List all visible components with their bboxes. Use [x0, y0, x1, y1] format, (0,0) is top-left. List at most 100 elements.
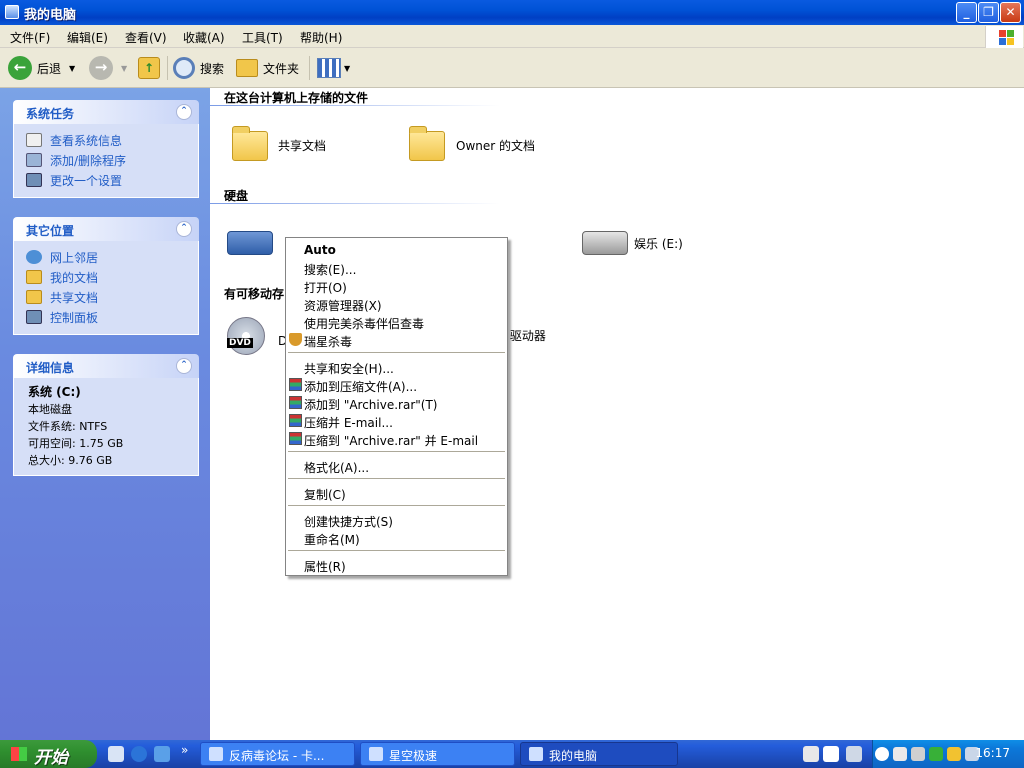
start-button[interactable]: 开始 — [0, 740, 97, 768]
link-label: 添加/删除程序 — [50, 153, 127, 168]
title-bar[interactable]: 我的电脑 _ ❐ ✕ — [0, 0, 1024, 25]
keyboard-icon[interactable] — [803, 746, 819, 762]
view-system-info-link[interactable]: 查看系统信息 — [26, 130, 198, 150]
shared-documents-link[interactable]: 共享文档 — [26, 287, 198, 307]
taskbar-button-antivirus-forum[interactable]: 反病毒论坛 - 卡... — [200, 742, 355, 766]
menu-file[interactable]: 文件(F) — [10, 29, 50, 46]
menu-item-format[interactable]: 格式化(A)... — [304, 459, 369, 476]
menu-separator — [288, 505, 505, 506]
menu-tools[interactable]: 工具(T) — [242, 29, 283, 46]
menu-item-virus-scan[interactable]: 使用完美杀毒伴侣查毒 — [304, 315, 424, 332]
menu-item-add-to-archive-rar[interactable]: 添加到 "Archive.rar"(T) — [304, 396, 437, 413]
drive-c-icon[interactable] — [227, 231, 273, 255]
folder-icon — [26, 270, 42, 284]
control-panel-icon — [26, 310, 42, 324]
control-panel-link[interactable]: 控制面板 — [26, 307, 198, 327]
clock[interactable]: 16:17 — [975, 746, 1010, 760]
browser-icon — [209, 747, 223, 761]
input-method-icon[interactable] — [846, 746, 862, 762]
details-filesystem: 文件系统: NTFS — [28, 420, 108, 433]
taskbar-button-xingkong[interactable]: 星空极速 — [360, 742, 515, 766]
dvd-badge: DVD — [227, 338, 253, 348]
back-button[interactable]: ← 后退 ▼ — [8, 53, 75, 83]
menu-view[interactable]: 查看(V) — [125, 29, 167, 46]
menu-item-search[interactable]: 搜索(E)... — [304, 261, 356, 278]
maximize-button[interactable]: ❐ — [978, 2, 999, 23]
collapse-chevron-icon[interactable]: ⌃ — [176, 358, 192, 374]
quick-launch-chevron-icon[interactable]: » — [181, 743, 188, 757]
tray-expand-icon[interactable] — [875, 747, 889, 761]
menu-item-rename[interactable]: 重命名(M) — [304, 531, 360, 548]
search-icon — [173, 57, 195, 79]
my-documents-link[interactable]: 我的文档 — [26, 267, 198, 287]
change-setting-link[interactable]: 更改一个设置 — [26, 170, 198, 190]
menu-item-properties[interactable]: 属性(R) — [304, 558, 346, 575]
tray-app-icon[interactable] — [929, 747, 943, 761]
folder-icon — [409, 126, 445, 161]
control-panel-icon — [26, 173, 42, 187]
details-header[interactable]: 详细信息 ⌃ — [13, 354, 199, 378]
menu-item-auto[interactable]: Auto — [304, 243, 336, 257]
back-label: 后退 — [37, 61, 62, 76]
winrar-icon — [289, 396, 302, 409]
system-tasks-header[interactable]: 系统任务 ⌃ — [13, 100, 199, 124]
back-dropdown-icon[interactable]: ▼ — [69, 64, 75, 73]
other-places-header[interactable]: 其它位置 ⌃ — [13, 217, 199, 241]
help-icon[interactable] — [823, 746, 839, 762]
forward-button[interactable]: → ▼ — [89, 53, 127, 83]
quick-launch-icon[interactable] — [154, 746, 170, 762]
drive-e-icon[interactable] — [582, 231, 628, 255]
drive-label-partial[interactable]: / 驱动器 — [502, 327, 546, 344]
menu-item-explorer[interactable]: 资源管理器(X) — [304, 297, 382, 314]
toolbar-separator — [167, 56, 168, 80]
network-places-link[interactable]: 网上邻居 — [26, 247, 198, 267]
menu-edit[interactable]: 编辑(E) — [67, 29, 108, 46]
forward-arrow-icon: → — [89, 56, 113, 80]
minimize-button[interactable]: _ — [956, 2, 977, 23]
search-button[interactable]: 搜索 — [173, 53, 224, 83]
menu-item-compress-email[interactable]: 压缩并 E-mail... — [304, 414, 393, 431]
drive-e-label[interactable]: 娱乐 (E:) — [634, 235, 683, 252]
menu-item-compress-rar-email[interactable]: 压缩到 "Archive.rar" 并 E-mail — [304, 432, 478, 449]
task-label: 我的电脑 — [549, 749, 598, 763]
menu-favorites[interactable]: 收藏(A) — [183, 29, 225, 46]
show-desktop-icon[interactable] — [108, 746, 124, 762]
tray-app-icon[interactable] — [893, 747, 907, 761]
menu-item-copy[interactable]: 复制(C) — [304, 486, 346, 503]
details-panel: 详细信息 ⌃ 系统 (C:) 本地磁盘 文件系统: NTFS 可用空间: 1.7… — [13, 354, 199, 476]
up-button[interactable]: ↑ — [138, 53, 160, 83]
group-divider — [210, 203, 500, 204]
tray-app-icon[interactable] — [947, 747, 961, 761]
menu-item-add-to-archive[interactable]: 添加到压缩文件(A)... — [304, 378, 417, 395]
context-menu: Auto 搜索(E)... 打开(O) 资源管理器(X) 使用完美杀毒伴侣查毒 … — [285, 237, 508, 576]
task-pane: 系统任务 ⌃ 查看系统信息 添加/删除程序 更改一个设置 其它位置 ⌃ 网上邻居… — [0, 88, 210, 740]
link-label: 控制面板 — [50, 310, 99, 325]
menu-bar: 文件(F) 编辑(E) 查看(V) 收藏(A) 工具(T) 帮助(H) — [0, 25, 1024, 48]
views-button[interactable]: ▼ — [317, 53, 350, 83]
back-arrow-icon: ← — [8, 56, 32, 80]
system-info-icon — [26, 133, 42, 147]
system-tasks-title: 系统任务 — [26, 107, 75, 121]
other-places-title: 其它位置 — [26, 224, 75, 238]
details-free-space: 可用空间: 1.75 GB — [28, 437, 124, 450]
link-label: 共享文档 — [50, 290, 99, 305]
collapse-chevron-icon[interactable]: ⌃ — [176, 104, 192, 120]
collapse-chevron-icon[interactable]: ⌃ — [176, 221, 192, 237]
window-title: 我的电脑 — [24, 8, 77, 23]
menu-help[interactable]: 帮助(H) — [300, 29, 342, 46]
folder-icon — [232, 126, 268, 161]
folders-button[interactable]: 文件夹 — [236, 53, 299, 83]
close-button[interactable]: ✕ — [1000, 2, 1021, 23]
rising-antivirus-icon — [289, 333, 302, 346]
add-remove-programs-link[interactable]: 添加/删除程序 — [26, 150, 198, 170]
dvd-drive-icon[interactable] — [227, 317, 265, 355]
item-label: 共享文档 — [278, 139, 327, 153]
menu-item-rising-scan[interactable]: 瑞星杀毒 — [304, 333, 352, 350]
internet-explorer-icon[interactable] — [131, 746, 147, 762]
menu-item-create-shortcut[interactable]: 创建快捷方式(S) — [304, 513, 393, 530]
menu-item-open[interactable]: 打开(O) — [304, 279, 347, 296]
menu-item-sharing-security[interactable]: 共享和安全(H)... — [304, 360, 394, 377]
forward-dropdown-icon[interactable]: ▼ — [121, 64, 127, 73]
taskbar-button-my-computer[interactable]: 我的电脑 — [520, 742, 678, 766]
tray-app-icon[interactable] — [911, 747, 925, 761]
